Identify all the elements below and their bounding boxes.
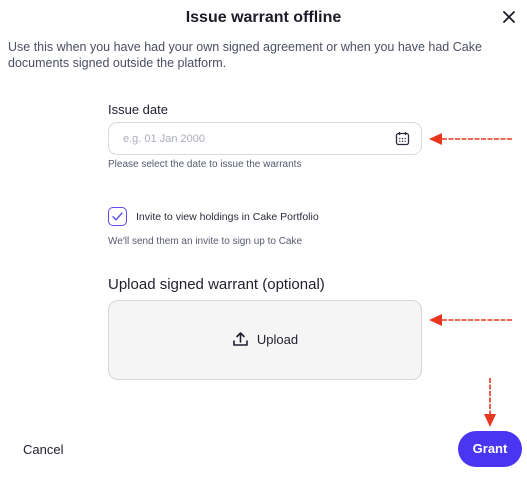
grant-annotation-arrow-icon xyxy=(484,378,496,427)
issue-warrant-dialog: Issue warrant offline Use this when you … xyxy=(0,0,527,478)
date-annotation-arrow-icon xyxy=(429,133,512,145)
upload-annotation-arrow-icon xyxy=(429,314,512,326)
annotation-arrows xyxy=(429,133,512,427)
